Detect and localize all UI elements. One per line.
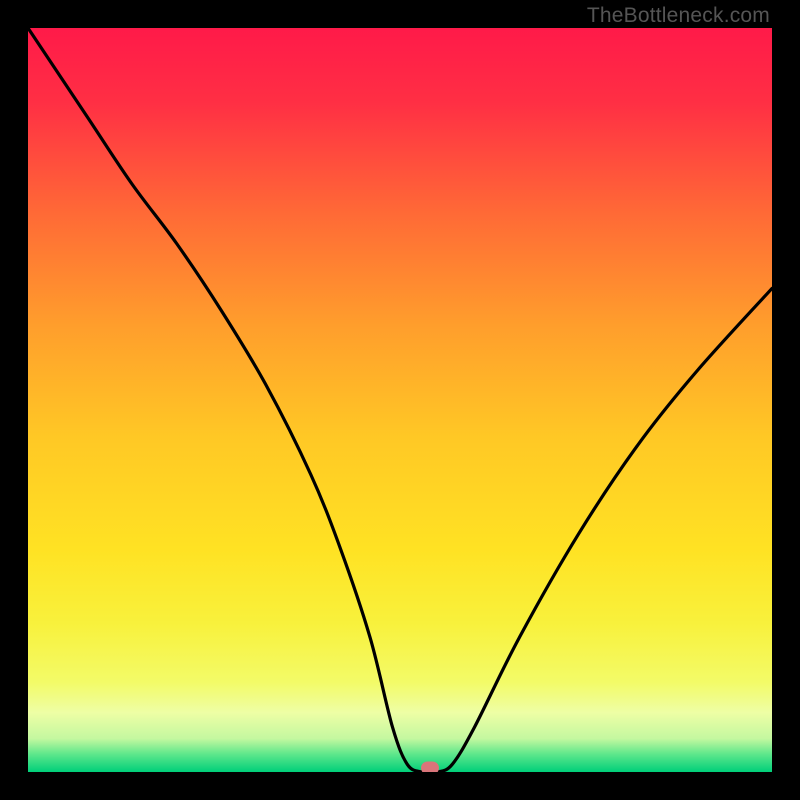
optimal-point-marker — [421, 762, 439, 773]
plot-area — [28, 28, 772, 772]
chart-frame: TheBottleneck.com — [0, 0, 800, 800]
gradient-background — [28, 28, 772, 772]
chart-svg — [28, 28, 772, 772]
watermark-text: TheBottleneck.com — [587, 4, 770, 28]
